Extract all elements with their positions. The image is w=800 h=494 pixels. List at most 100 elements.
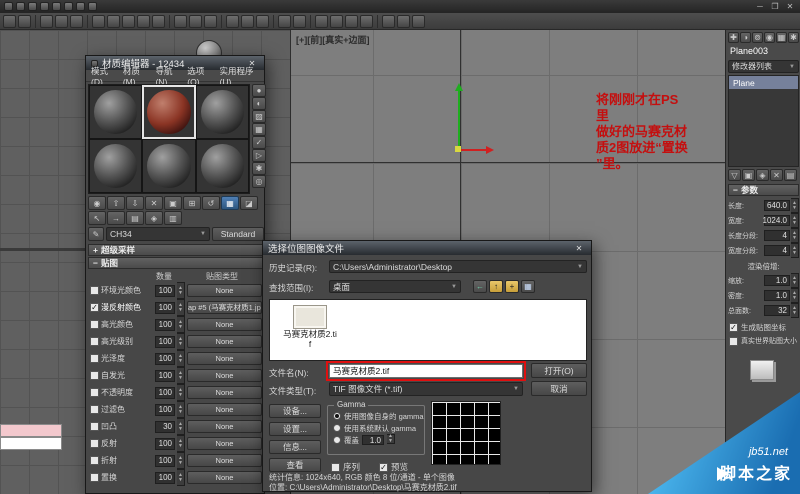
map-type-button[interactable]: Map #5 (马赛克材质1.jpg) bbox=[187, 301, 262, 314]
spinner-arrows-icon[interactable] bbox=[177, 282, 185, 299]
put-material-to-scene-icon[interactable]: ⇧ bbox=[107, 196, 125, 210]
gamma-image-radio[interactable] bbox=[333, 412, 341, 420]
spinner-arrows-icon[interactable] bbox=[791, 273, 799, 288]
show-end-result-icon[interactable]: ▣ bbox=[742, 169, 755, 181]
map-amount-spinner[interactable]: 100 bbox=[155, 336, 175, 348]
material-type-button[interactable]: Standard bbox=[212, 227, 264, 241]
reset-map-icon[interactable]: ✕ bbox=[145, 196, 163, 210]
up-one-level-icon[interactable] bbox=[489, 280, 503, 293]
map-enable-checkbox[interactable] bbox=[90, 354, 99, 363]
material-slot[interactable] bbox=[89, 85, 142, 139]
map-type-button[interactable]: None bbox=[187, 454, 262, 467]
view-button[interactable]: 查看 bbox=[269, 458, 321, 472]
selection-filter-icon[interactable] bbox=[92, 15, 105, 28]
map-type-button[interactable]: None bbox=[187, 369, 262, 382]
render-setup-icon[interactable] bbox=[382, 15, 395, 28]
gamma-override-radio[interactable] bbox=[333, 436, 341, 444]
material-slot[interactable] bbox=[142, 139, 195, 193]
redo-icon[interactable] bbox=[18, 15, 31, 28]
project-folder-icon[interactable] bbox=[76, 2, 85, 11]
map-amount-spinner[interactable]: 100 bbox=[155, 387, 175, 399]
redo-icon[interactable] bbox=[64, 2, 73, 11]
select-by-material-icon[interactable]: ◎ bbox=[252, 175, 266, 188]
select-object-icon[interactable] bbox=[107, 15, 120, 28]
select-move-icon[interactable] bbox=[174, 15, 187, 28]
go-to-sibling-icon[interactable]: → bbox=[107, 211, 125, 225]
material-id-channel-icon[interactable]: ↺ bbox=[202, 196, 220, 210]
select-scale-icon[interactable] bbox=[204, 15, 217, 28]
put-to-library-icon[interactable]: ⊞ bbox=[183, 196, 201, 210]
spinner-arrows-icon[interactable] bbox=[177, 401, 185, 418]
map-enable-checkbox[interactable] bbox=[90, 371, 99, 380]
viewport-label[interactable]: [+][前][真实+边面] bbox=[296, 33, 370, 46]
close-icon[interactable] bbox=[784, 2, 796, 11]
spinner-arrows-icon[interactable] bbox=[791, 198, 799, 213]
spinner-arrows-icon[interactable] bbox=[791, 243, 799, 258]
file-list[interactable]: 马赛克材质2.tif bbox=[269, 299, 587, 361]
spinner-arrows-icon[interactable] bbox=[791, 288, 799, 303]
sample-uv-tiling-icon[interactable]: ▤ bbox=[126, 211, 144, 225]
modifier-stack[interactable]: Plane bbox=[728, 75, 799, 167]
select-rotate-icon[interactable] bbox=[189, 15, 202, 28]
map-amount-spinner[interactable]: 100 bbox=[155, 319, 175, 331]
open-file-icon[interactable] bbox=[28, 2, 37, 11]
pick-material-icon[interactable] bbox=[88, 227, 104, 241]
devices-button[interactable]: 设备... bbox=[269, 404, 321, 418]
pin-stack-icon[interactable]: ▽ bbox=[728, 169, 741, 181]
map-type-button[interactable]: None bbox=[187, 437, 262, 450]
schematic-view-icon[interactable] bbox=[345, 15, 358, 28]
map-enable-checkbox[interactable] bbox=[90, 286, 99, 295]
parameters-rollout[interactable]: − 参数 bbox=[728, 184, 799, 196]
map-amount-spinner[interactable]: 100 bbox=[155, 472, 175, 484]
spinner-arrows-icon[interactable] bbox=[791, 303, 799, 318]
utilities-tab-icon[interactable]: ✱ bbox=[788, 32, 799, 43]
map-type-button[interactable]: None bbox=[187, 420, 262, 433]
length-segs-spinner[interactable]: 4 bbox=[764, 230, 790, 241]
gamma-override-spinner[interactable]: 1.0 bbox=[362, 435, 384, 445]
undo-icon[interactable] bbox=[3, 15, 16, 28]
spinner-arrows-icon[interactable] bbox=[177, 435, 185, 452]
remove-modifier-icon[interactable]: ✕ bbox=[770, 169, 783, 181]
filetype-dropdown[interactable]: TIF 图像文件 (*.tif) bbox=[329, 382, 523, 396]
material-name-dropdown[interactable]: CH34 bbox=[106, 227, 210, 241]
mirror-icon[interactable] bbox=[278, 15, 291, 28]
make-preview-icon[interactable]: ▷ bbox=[252, 149, 266, 162]
map-type-button[interactable]: None bbox=[187, 352, 262, 365]
motion-tab-icon[interactable]: ◉ bbox=[764, 32, 775, 43]
close-icon[interactable] bbox=[572, 244, 586, 253]
map-amount-spinner[interactable]: 100 bbox=[155, 370, 175, 382]
go-to-parent-icon[interactable]: ↖ bbox=[88, 211, 106, 225]
setup-button[interactable]: 设置... bbox=[269, 422, 321, 436]
history-dropdown[interactable]: C:\Users\Administrator\Desktop bbox=[329, 260, 587, 273]
material-editor-icon[interactable] bbox=[360, 15, 373, 28]
view-menu-icon[interactable] bbox=[521, 280, 535, 293]
scale-spinner[interactable]: 1.0 bbox=[764, 275, 790, 286]
lookin-dropdown[interactable]: 桌面 bbox=[329, 280, 461, 293]
map-type-button[interactable]: None bbox=[187, 471, 262, 484]
map-type-button[interactable]: None bbox=[187, 318, 262, 331]
show-end-result-icon[interactable]: ◪ bbox=[240, 196, 258, 210]
assign-material-to-selection-icon[interactable]: ⇩ bbox=[126, 196, 144, 210]
configure-modifier-sets-icon[interactable]: ▤ bbox=[784, 169, 797, 181]
curve-editor-icon[interactable] bbox=[330, 15, 343, 28]
render-production-icon[interactable] bbox=[412, 15, 425, 28]
material-slot[interactable] bbox=[89, 139, 142, 193]
map-amount-spinner[interactable]: 100 bbox=[155, 438, 175, 450]
spinner-arrows-icon[interactable] bbox=[791, 213, 799, 228]
align-icon[interactable] bbox=[293, 15, 306, 28]
select-region-icon[interactable] bbox=[137, 15, 150, 28]
hierarchy-tab-icon[interactable]: ⊚ bbox=[752, 32, 763, 43]
sequence-checkbox[interactable] bbox=[331, 463, 340, 472]
map-amount-spinner[interactable]: 100 bbox=[155, 302, 175, 314]
cancel-button[interactable]: 取消 bbox=[531, 381, 587, 396]
map-type-button[interactable]: None bbox=[187, 335, 262, 348]
layer-manager-icon[interactable] bbox=[315, 15, 328, 28]
get-material-icon[interactable]: ◉ bbox=[88, 196, 106, 210]
sample-tiling-icon[interactable]: ▦ bbox=[252, 123, 266, 136]
video-color-check-icon[interactable]: ✓ bbox=[252, 136, 266, 149]
sample-type-icon[interactable]: ● bbox=[252, 84, 266, 97]
undo-icon[interactable] bbox=[52, 2, 61, 11]
window-crossing-icon[interactable] bbox=[152, 15, 165, 28]
map-amount-spinner[interactable]: 30 bbox=[155, 421, 175, 433]
select-link-icon[interactable] bbox=[40, 15, 53, 28]
